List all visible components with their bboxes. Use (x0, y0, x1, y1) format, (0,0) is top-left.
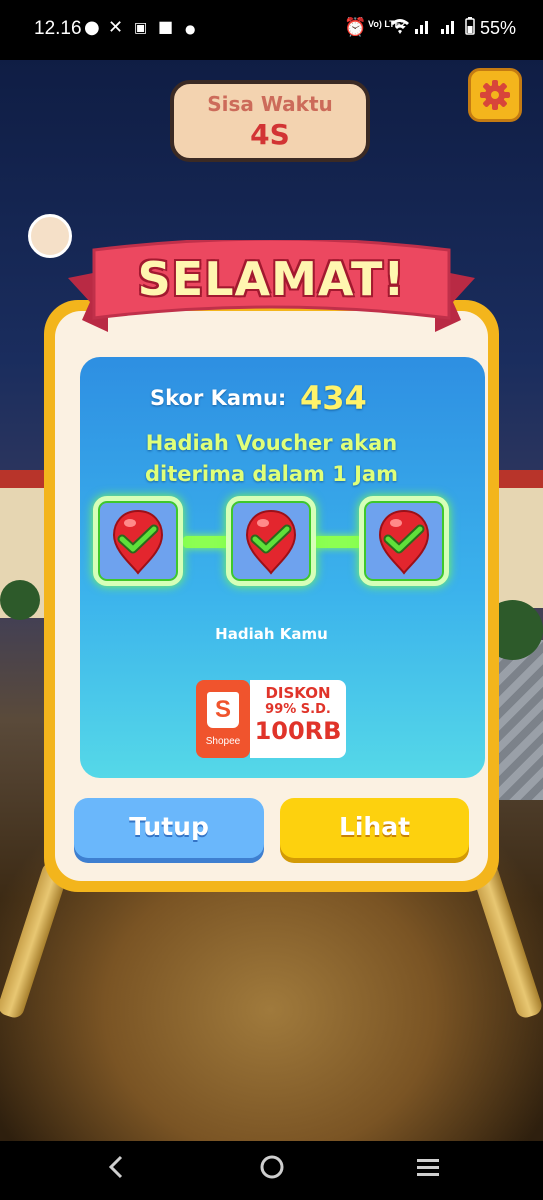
dialog-title: SELAMAT! (137, 252, 406, 306)
shopee-bag-icon: S (207, 692, 239, 728)
voucher-card[interactable]: S Shopee DISKON 99% S.D. 100RB (196, 680, 346, 758)
voucher-line3: 100RB (254, 717, 342, 745)
settings-button[interactable] (468, 68, 522, 122)
voucher-line1: DISKON (265, 684, 331, 702)
home-nav-button[interactable] (258, 1153, 286, 1188)
home-icon (260, 1155, 284, 1179)
progress-connector (314, 536, 362, 548)
recents-nav-button[interactable] (414, 1153, 442, 1188)
voucher-notice-line2: diterima dalam 1 Jam (145, 462, 398, 486)
shopee-logo: S Shopee (196, 680, 250, 758)
time-remaining-label: Sisa Waktu (207, 92, 333, 116)
checkmark-pin-icon (112, 509, 164, 575)
progress-step-1 (93, 496, 183, 586)
more-notifications-icon: ● (185, 22, 196, 36)
back-icon (108, 1155, 123, 1179)
progress-step-2 (226, 496, 316, 586)
battery-icon (465, 17, 475, 40)
system-nav-bar (0, 1141, 543, 1200)
voucher-line2: 99% S.D. (265, 702, 331, 717)
shopee-brand: Shopee (205, 736, 241, 747)
x-app-icon: ✕ (108, 17, 124, 38)
status-time: 12.16 (34, 18, 82, 39)
status-bar: 12.16 ● ✕ ▣ ■ ● ⏰ Vo) LTE2 55% (0, 0, 543, 60)
menu-icon (417, 1159, 439, 1176)
background-bush (0, 580, 40, 620)
checkmark-pin-icon (378, 509, 430, 575)
time-remaining-value: 4S (250, 118, 290, 151)
progress-step-3 (359, 496, 449, 586)
view-button[interactable]: Lihat (280, 798, 469, 858)
voucher-ticket: DISKON 99% S.D. 100RB (250, 680, 346, 758)
signal-icon-2 (440, 17, 458, 40)
time-remaining-panel: Sisa Waktu 4S (170, 80, 370, 162)
voucher-notice-line1: Hadiah Voucher akan (145, 431, 398, 455)
shopping-bag-icon: ■ (158, 17, 174, 36)
signal-icon (414, 17, 432, 40)
gear-icon (480, 80, 510, 110)
back-nav-button[interactable] (106, 1153, 126, 1188)
wifi-icon (390, 17, 410, 40)
chat-icon: ● (84, 17, 100, 38)
score-value: 434 (300, 379, 367, 417)
reward-label: Hadiah Kamu (215, 625, 328, 643)
checkmark-pin-icon (245, 509, 297, 575)
alarm-icon: ⏰ (344, 17, 367, 38)
close-button[interactable]: Tutup (74, 798, 264, 858)
progress-connector (183, 536, 229, 548)
battery-percent: 55% (480, 18, 517, 38)
app-notification-icon: ▣ (134, 20, 148, 36)
score-label: Skor Kamu: (150, 386, 287, 410)
voucher-notice: Hadiah Voucher akan diterima dalam 1 Jam (69, 428, 474, 490)
